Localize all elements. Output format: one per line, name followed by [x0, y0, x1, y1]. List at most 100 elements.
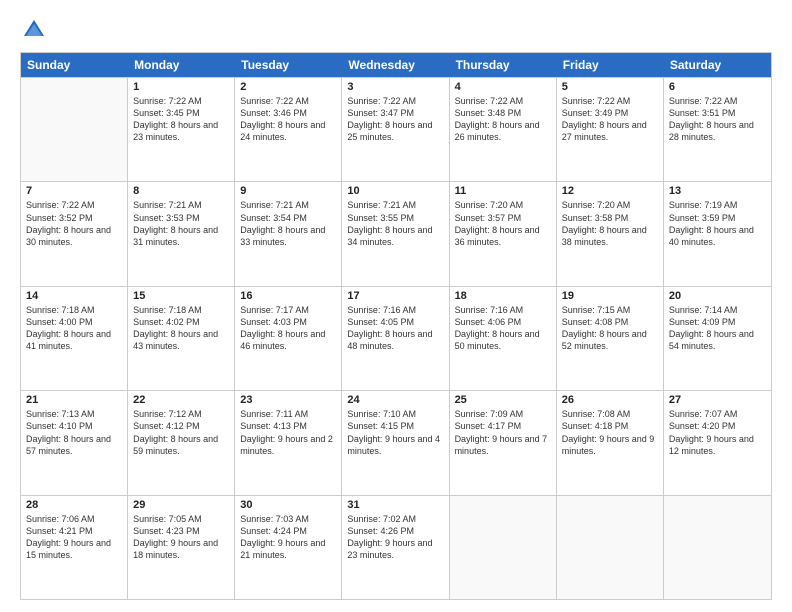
day-number: 4 — [455, 81, 551, 93]
calendar-row: 14Sunrise: 7:18 AMSunset: 4:00 PMDayligh… — [21, 286, 771, 390]
calendar-cell: 20Sunrise: 7:14 AMSunset: 4:09 PMDayligh… — [664, 287, 771, 390]
calendar-cell: 25 Sunrise: 7:09 AMSunset: 4:17 PMDayligh… — [450, 391, 557, 494]
calendar-row: 1 Sunrise: 7:22 AMSunset: 3:45 PMDaylight… — [21, 77, 771, 181]
calendar-cell: 1 Sunrise: 7:22 AMSunset: 3:45 PMDaylight… — [128, 78, 235, 181]
day-number: 8 — [133, 185, 229, 197]
day-number: 18 — [455, 290, 551, 302]
cell-info: Sunrise: 7:06 AMSunset: 4:21 PMDaylight:… — [26, 513, 122, 562]
day-number: 28 — [26, 499, 122, 511]
calendar-cell: 5 Sunrise: 7:22 AMSunset: 3:49 PMDaylight… — [557, 78, 664, 181]
day-number: 14 — [26, 290, 122, 302]
calendar-cell: 6Sunrise: 7:22 AMSunset: 3:51 PMDaylight… — [664, 78, 771, 181]
day-number: 11 — [455, 185, 551, 197]
calendar-cell: 12 Sunrise: 7:20 AMSunset: 3:58 PMDayligh… — [557, 182, 664, 285]
cell-info: Sunrise: 7:11 AMSunset: 4:13 PMDaylight:… — [240, 408, 336, 457]
calendar-cell: 17Sunrise: 7:16 AMSunset: 4:05 PMDayligh… — [342, 287, 449, 390]
day-number: 27 — [669, 394, 766, 406]
cell-info: Sunrise: 7:16 AMSunset: 4:05 PMDaylight:… — [347, 304, 443, 353]
day-number: 5 — [562, 81, 658, 93]
calendar-cell: 28 Sunrise: 7:06 AMSunset: 4:21 PMDayligh… — [21, 496, 128, 599]
day-number: 12 — [562, 185, 658, 197]
cell-info: Sunrise: 7:10 AMSunset: 4:15 PMDaylight:… — [347, 408, 443, 457]
cell-info: Sunrise: 7:09 AMSunset: 4:17 PMDaylight:… — [455, 408, 551, 457]
day-number: 7 — [26, 185, 122, 197]
day-number: 25 — [455, 394, 551, 406]
day-number: 2 — [240, 81, 336, 93]
calendar-cell: 13 Sunrise: 7:19 AMSunset: 3:59 PMDayligh… — [664, 182, 771, 285]
calendar-row: 7 Sunrise: 7:22 AMSunset: 3:52 PMDaylight… — [21, 181, 771, 285]
calendar: SundayMondayTuesdayWednesdayThursdayFrid… — [20, 52, 772, 600]
calendar-cell: 10 Sunrise: 7:21 AMSunset: 3:55 PMDayligh… — [342, 182, 449, 285]
calendar-cell: 31 Sunrise: 7:02 AMSunset: 4:26 PMDayligh… — [342, 496, 449, 599]
calendar-cell — [557, 496, 664, 599]
header-cell-tuesday: Tuesday — [235, 53, 342, 77]
calendar-cell: 27 Sunrise: 7:07 AMSunset: 4:20 PMDayligh… — [664, 391, 771, 494]
calendar-cell: 19Sunrise: 7:15 AMSunset: 4:08 PMDayligh… — [557, 287, 664, 390]
calendar-cell — [450, 496, 557, 599]
day-number: 29 — [133, 499, 229, 511]
calendar-cell: 3Sunrise: 7:22 AMSunset: 3:47 PMDaylight… — [342, 78, 449, 181]
page: SundayMondayTuesdayWednesdayThursdayFrid… — [0, 0, 792, 612]
cell-info: Sunrise: 7:02 AMSunset: 4:26 PMDaylight:… — [347, 513, 443, 562]
header-cell-monday: Monday — [128, 53, 235, 77]
cell-info: Sunrise: 7:17 AMSunset: 4:03 PMDaylight:… — [240, 304, 336, 353]
day-number: 26 — [562, 394, 658, 406]
cell-info: Sunrise: 7:13 AMSunset: 4:10 PMDaylight:… — [26, 408, 122, 457]
cell-info: Sunrise: 7:22 AMSunset: 3:49 PMDaylight:… — [562, 95, 658, 144]
calendar-body: 1 Sunrise: 7:22 AMSunset: 3:45 PMDaylight… — [21, 77, 771, 599]
cell-info: Sunrise: 7:22 AMSunset: 3:48 PMDaylight:… — [455, 95, 551, 144]
day-number: 31 — [347, 499, 443, 511]
day-number: 30 — [240, 499, 336, 511]
cell-info: Sunrise: 7:19 AMSunset: 3:59 PMDaylight:… — [669, 199, 766, 248]
header-cell-wednesday: Wednesday — [342, 53, 449, 77]
cell-info: Sunrise: 7:07 AMSunset: 4:20 PMDaylight:… — [669, 408, 766, 457]
calendar-cell: 23Sunrise: 7:11 AMSunset: 4:13 PMDayligh… — [235, 391, 342, 494]
calendar-row: 28 Sunrise: 7:06 AMSunset: 4:21 PMDayligh… — [21, 495, 771, 599]
header-cell-friday: Friday — [557, 53, 664, 77]
calendar-cell: 26 Sunrise: 7:08 AMSunset: 4:18 PMDayligh… — [557, 391, 664, 494]
calendar-cell: 16 Sunrise: 7:17 AMSunset: 4:03 PMDayligh… — [235, 287, 342, 390]
cell-info: Sunrise: 7:22 AMSunset: 3:51 PMDaylight:… — [669, 95, 766, 144]
header-cell-thursday: Thursday — [450, 53, 557, 77]
calendar-cell: 14Sunrise: 7:18 AMSunset: 4:00 PMDayligh… — [21, 287, 128, 390]
calendar-cell: 2 Sunrise: 7:22 AMSunset: 3:46 PMDaylight… — [235, 78, 342, 181]
logo-icon — [20, 16, 48, 44]
cell-info: Sunrise: 7:22 AMSunset: 3:45 PMDaylight:… — [133, 95, 229, 144]
calendar-cell: 18 Sunrise: 7:16 AMSunset: 4:06 PMDayligh… — [450, 287, 557, 390]
cell-info: Sunrise: 7:16 AMSunset: 4:06 PMDaylight:… — [455, 304, 551, 353]
calendar-cell: 22Sunrise: 7:12 AMSunset: 4:12 PMDayligh… — [128, 391, 235, 494]
calendar-cell: 9Sunrise: 7:21 AMSunset: 3:54 PMDaylight… — [235, 182, 342, 285]
calendar-header: SundayMondayTuesdayWednesdayThursdayFrid… — [21, 53, 771, 77]
cell-info: Sunrise: 7:05 AMSunset: 4:23 PMDaylight:… — [133, 513, 229, 562]
logo — [20, 16, 52, 44]
cell-info: Sunrise: 7:08 AMSunset: 4:18 PMDaylight:… — [562, 408, 658, 457]
header-cell-saturday: Saturday — [664, 53, 771, 77]
calendar-cell: 8 Sunrise: 7:21 AMSunset: 3:53 PMDaylight… — [128, 182, 235, 285]
calendar-cell: 29 Sunrise: 7:05 AMSunset: 4:23 PMDayligh… — [128, 496, 235, 599]
day-number: 13 — [669, 185, 766, 197]
cell-info: Sunrise: 7:03 AMSunset: 4:24 PMDaylight:… — [240, 513, 336, 562]
cell-info: Sunrise: 7:18 AMSunset: 4:02 PMDaylight:… — [133, 304, 229, 353]
cell-info: Sunrise: 7:21 AMSunset: 3:54 PMDaylight:… — [240, 199, 336, 248]
cell-info: Sunrise: 7:21 AMSunset: 3:53 PMDaylight:… — [133, 199, 229, 248]
calendar-cell: 21 Sunrise: 7:13 AMSunset: 4:10 PMDayligh… — [21, 391, 128, 494]
header — [20, 16, 772, 44]
calendar-cell: 7 Sunrise: 7:22 AMSunset: 3:52 PMDaylight… — [21, 182, 128, 285]
day-number: 24 — [347, 394, 443, 406]
cell-info: Sunrise: 7:21 AMSunset: 3:55 PMDaylight:… — [347, 199, 443, 248]
header-cell-sunday: Sunday — [21, 53, 128, 77]
cell-info: Sunrise: 7:22 AMSunset: 3:52 PMDaylight:… — [26, 199, 122, 248]
cell-info: Sunrise: 7:22 AMSunset: 3:46 PMDaylight:… — [240, 95, 336, 144]
calendar-cell — [21, 78, 128, 181]
calendar-cell: 30 Sunrise: 7:03 AMSunset: 4:24 PMDayligh… — [235, 496, 342, 599]
cell-info: Sunrise: 7:20 AMSunset: 3:57 PMDaylight:… — [455, 199, 551, 248]
day-number: 20 — [669, 290, 766, 302]
calendar-cell: 4 Sunrise: 7:22 AMSunset: 3:48 PMDaylight… — [450, 78, 557, 181]
day-number: 16 — [240, 290, 336, 302]
day-number: 1 — [133, 81, 229, 93]
day-number: 21 — [26, 394, 122, 406]
day-number: 10 — [347, 185, 443, 197]
day-number: 19 — [562, 290, 658, 302]
cell-info: Sunrise: 7:20 AMSunset: 3:58 PMDaylight:… — [562, 199, 658, 248]
calendar-cell: 24 Sunrise: 7:10 AMSunset: 4:15 PMDayligh… — [342, 391, 449, 494]
